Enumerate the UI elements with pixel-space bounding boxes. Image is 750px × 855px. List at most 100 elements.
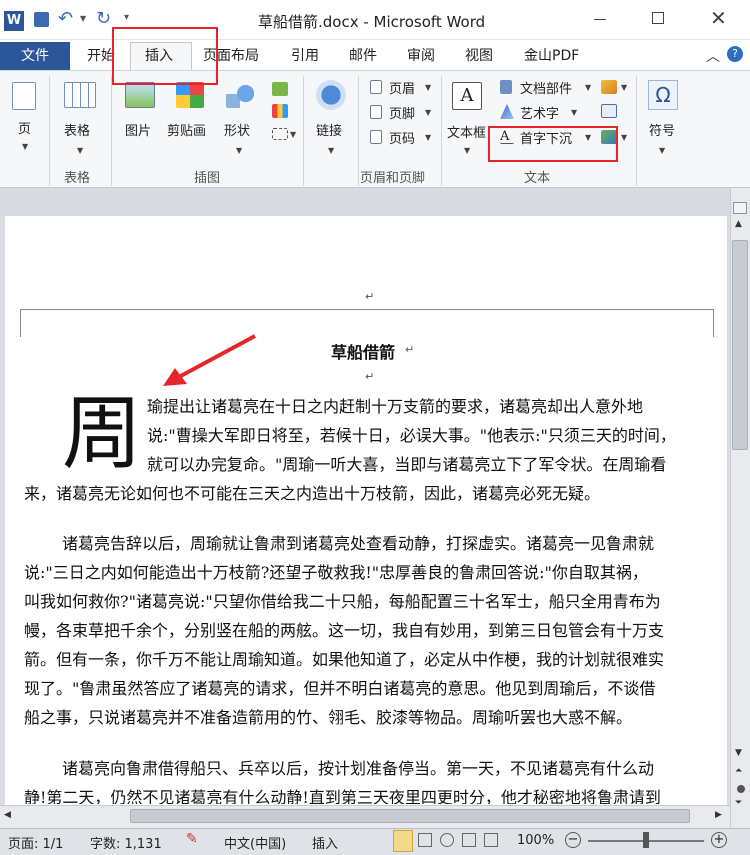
object-dropdown-icon[interactable]: ▼ (621, 133, 627, 142)
scroll-left-icon[interactable]: ◀ (4, 810, 11, 820)
picture-button[interactable]: 图片 (125, 120, 151, 139)
links-button[interactable]: 链接 (316, 120, 342, 139)
page-number-icon[interactable] (370, 130, 382, 144)
page-icon[interactable] (12, 82, 36, 110)
ruler-toggle-icon[interactable] (733, 202, 747, 214)
help-icon[interactable]: ? (727, 46, 743, 62)
textbox-dropdown-icon[interactable]: ▼ (464, 146, 470, 155)
symbol-icon[interactable]: Ω (648, 80, 678, 110)
dropcap-character[interactable]: 周 (62, 392, 142, 476)
table-dropdown-icon[interactable]: ▼ (77, 146, 83, 155)
paragraph-mark: ↵ (365, 370, 375, 383)
page-number-button[interactable]: 页码 (389, 128, 415, 147)
minimize-icon[interactable] (594, 19, 606, 20)
scroll-up-icon[interactable]: ▲ (735, 219, 742, 229)
minimize-ribbon-icon[interactable]: ︿ (706, 46, 720, 66)
horizontal-scroll-thumb[interactable] (130, 809, 690, 823)
insert-mode-indicator[interactable]: 插入 (312, 833, 338, 852)
wordart-button[interactable]: 艺术字 (520, 103, 559, 122)
screenshot-dropdown-icon[interactable]: ▼ (290, 130, 296, 139)
zoom-level[interactable]: 100% (517, 833, 554, 848)
picture-icon[interactable] (125, 82, 155, 108)
separator (636, 76, 637, 186)
scroll-thumb[interactable] (732, 240, 748, 450)
paragraph-2-line: 船之事，只说诸葛亮并不准备造箭用的竹、翎毛、胶漆等物品。周瑜听罢也大惑不解。 (24, 708, 633, 727)
web-layout-icon[interactable] (440, 833, 454, 847)
smartart-icon[interactable] (272, 82, 288, 96)
header-icon[interactable] (370, 80, 382, 94)
footer-dropdown-icon[interactable]: ▼ (425, 108, 431, 117)
full-screen-reading-icon[interactable] (418, 833, 432, 847)
save-icon[interactable] (34, 12, 49, 27)
signature-line-dropdown-icon[interactable]: ▼ (621, 83, 627, 92)
table-group-label: 表格 (64, 171, 91, 186)
paragraph-1-line: 瑜提出让诸葛亮在十日之内赶制十万支箭的要求，诸葛亮却出人意外地 (147, 397, 644, 416)
screenshot-icon[interactable] (272, 128, 288, 140)
pages-button[interactable]: 页 (18, 118, 31, 137)
links-icon[interactable] (316, 80, 346, 110)
paragraph-3-line: 静!第二天，仍然不见诸葛亮有什么动静!直到第三天夜里四更时分，他才秘密地将鲁肃请… (24, 788, 661, 804)
scroll-down-icon[interactable]: ▼ (735, 748, 742, 758)
language-indicator[interactable]: 中文(中国) (224, 833, 286, 852)
undo-dropdown-icon[interactable]: ▼ (80, 14, 86, 23)
quick-parts-dropdown-icon[interactable]: ▼ (585, 83, 591, 92)
wordart-dropdown-icon[interactable]: ▼ (571, 108, 577, 117)
tab-view[interactable]: 视图 (465, 47, 493, 65)
browse-object-icon[interactable] (737, 785, 745, 793)
tab-review[interactable]: 审阅 (407, 47, 435, 65)
signature-line-icon[interactable] (601, 80, 617, 94)
textbox-icon[interactable]: A (452, 82, 482, 110)
close-icon[interactable]: ✕ (710, 6, 727, 30)
page-number-dropdown-icon[interactable]: ▼ (425, 133, 431, 142)
header-dropdown-icon[interactable]: ▼ (425, 83, 431, 92)
shapes-dropdown-icon[interactable]: ▼ (236, 146, 242, 155)
scroll-right-icon[interactable]: ▶ (715, 810, 722, 820)
header-button[interactable]: 页眉 (389, 78, 415, 97)
previous-page-icon[interactable]: ⏶ (735, 766, 742, 776)
outline-view-icon[interactable] (462, 833, 476, 847)
header-boundary (20, 309, 714, 337)
textbox-button[interactable]: 文本框 (447, 122, 486, 141)
pages-dropdown-icon[interactable]: ▼ (22, 142, 28, 151)
clipart-button[interactable]: 剪贴画 (167, 120, 206, 139)
shapes-icon[interactable] (226, 84, 254, 108)
tab-mailings[interactable]: 邮件 (349, 47, 377, 65)
next-page-icon[interactable]: ⏷ (735, 798, 742, 808)
tab-references[interactable]: 引用 (291, 47, 319, 65)
redo-icon[interactable]: ↻ (96, 8, 111, 29)
clipart-icon[interactable] (176, 82, 204, 108)
paragraph-mark: ↵ (405, 343, 415, 356)
document-area (0, 216, 730, 828)
word-app-icon[interactable]: W (4, 11, 24, 31)
undo-icon[interactable]: ↶ (58, 8, 73, 29)
quick-parts-icon[interactable] (500, 80, 512, 94)
tab-kingsoft-pdf[interactable]: 金山PDF (524, 47, 579, 65)
zoom-out-icon[interactable]: − (565, 832, 581, 848)
header-footer-group-label: 页眉和页脚 (360, 171, 426, 186)
quick-parts-button[interactable]: 文档部件 (520, 78, 572, 97)
symbol-dropdown-icon[interactable]: ▼ (659, 146, 665, 155)
date-time-icon[interactable] (601, 104, 617, 118)
footer-button[interactable]: 页脚 (389, 103, 415, 122)
document-page[interactable] (5, 216, 727, 828)
links-dropdown-icon[interactable]: ▼ (328, 146, 334, 155)
customize-quick-access-icon[interactable]: ▾ (124, 12, 129, 23)
proofing-icon[interactable]: ✎ (186, 831, 206, 849)
tab-file-label: 文件 (21, 48, 49, 64)
page-count[interactable]: 页面: 1/1 (8, 833, 63, 852)
print-layout-view-icon[interactable] (393, 830, 413, 852)
symbol-button[interactable]: 符号 (649, 120, 675, 139)
zoom-in-icon[interactable]: + (711, 832, 727, 848)
illustrations-group-label: 插图 (194, 171, 221, 186)
footer-icon[interactable] (370, 105, 382, 119)
table-icon[interactable] (64, 82, 96, 108)
tab-home[interactable]: 开始 (87, 47, 115, 65)
chart-icon[interactable] (272, 104, 288, 118)
paragraph-2-line: 现了。"鲁肃虽然答应了诸葛亮的请求，但并不明白诸葛亮的意思。他见到周瑜后，不谈借 (24, 679, 656, 698)
word-count[interactable]: 字数: 1,131 (90, 833, 162, 852)
draft-view-icon[interactable] (484, 833, 498, 847)
table-button[interactable]: 表格 (64, 120, 90, 139)
shapes-button[interactable]: 形状 (224, 120, 250, 139)
zoom-slider-thumb[interactable] (643, 832, 649, 848)
maximize-icon[interactable] (652, 12, 664, 24)
